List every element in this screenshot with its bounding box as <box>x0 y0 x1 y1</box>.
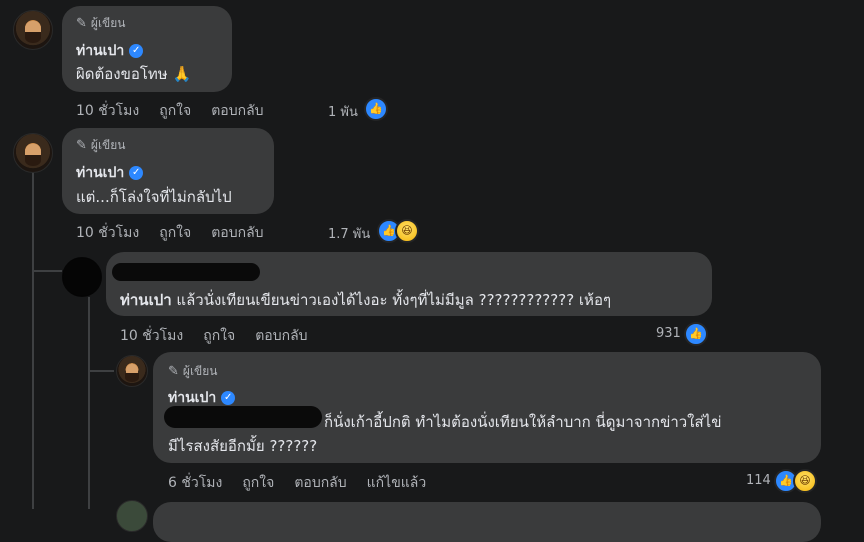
verified-badge-icon: ✓ <box>129 166 144 180</box>
commenter-name[interactable]: ท่านเปา ✓ <box>76 162 144 184</box>
commenter-name-text: ท่านเปา <box>76 165 125 181</box>
thread-line <box>32 272 34 509</box>
thread-line <box>88 297 90 509</box>
comment-text-line1: ก็นั่งเก้าอี้ปกติ ทำไมต้องนั่งเทียนให้ลำ… <box>324 413 722 431</box>
reply-button[interactable]: ตอบกลับ <box>211 100 263 122</box>
like-button[interactable]: ถูกใจ <box>242 472 274 494</box>
author-label: ผู้เขียน <box>182 364 218 378</box>
author-badge: ✎ ผู้เขียน <box>76 14 125 33</box>
thread-connector <box>88 370 114 372</box>
reaction-count[interactable]: 931 <box>656 326 681 341</box>
haha-reaction-icon: 😆 <box>793 469 817 493</box>
redacted-mention <box>164 406 322 428</box>
comment-text: ท่านเปา แล้วนั่งเทียนเขียนข่าวเองได้ไงอะ… <box>120 288 611 312</box>
comment-bubble <box>153 502 821 542</box>
comment-text-body: แล้วนั่งเทียนเขียนข่าวเองได้ไงอะ ทั้งๆที… <box>171 291 612 309</box>
like-reaction-icon: 👍 <box>684 322 708 346</box>
pencil-icon: ✎ <box>76 138 87 153</box>
comment-text: ผิดต้องขอโทษ 🙏 <box>76 65 192 83</box>
like-reaction-icon: 👍 <box>364 97 388 121</box>
thread-line <box>32 172 34 272</box>
avatar[interactable] <box>13 10 53 50</box>
thread-connector <box>32 270 62 272</box>
reply-button[interactable]: ตอบกลับ <box>294 472 346 494</box>
commenter-name-text: ท่านเปา <box>76 43 125 59</box>
pencil-icon: ✎ <box>76 16 87 31</box>
redacted-name <box>112 263 260 281</box>
like-button[interactable]: ถูกใจ <box>203 325 235 347</box>
avatar[interactable] <box>62 257 102 297</box>
like-button[interactable]: ถูกใจ <box>159 100 191 122</box>
author-badge: ✎ ผู้เขียน <box>76 136 125 155</box>
timestamp[interactable]: 10 ชั่วโมง <box>76 222 139 244</box>
timestamp[interactable]: 10 ชั่วโมง <box>76 100 139 122</box>
reply-button[interactable]: ตอบกลับ <box>255 325 307 347</box>
edited-label: แก้ไขแล้ว <box>366 475 427 491</box>
reaction-count[interactable]: 1 พัน <box>328 101 358 122</box>
avatar[interactable] <box>116 355 148 387</box>
mention-link[interactable]: ท่านเปา <box>120 291 172 309</box>
timestamp[interactable]: 10 ชั่วโมง <box>120 325 183 347</box>
timestamp[interactable]: 6 ชั่วโมง <box>168 472 222 494</box>
like-button[interactable]: ถูกใจ <box>159 222 191 244</box>
commenter-name[interactable]: ท่านเปา ✓ <box>76 40 144 62</box>
reaction-count[interactable]: 114 <box>746 473 771 488</box>
author-badge: ✎ ผู้เขียน <box>168 362 217 381</box>
verified-badge-icon: ✓ <box>221 391 236 405</box>
pencil-icon: ✎ <box>168 364 179 379</box>
comment-text-line2: มีไรสงสัยอีกมั้ย ?????? <box>168 437 318 455</box>
reaction-count[interactable]: 1.7 พัน <box>328 223 370 244</box>
comment-text: แต่...ก็โล่งใจที่ไม่กลับไป <box>76 188 232 206</box>
haha-reaction-icon: 😆 <box>395 219 419 243</box>
verified-badge-icon: ✓ <box>129 44 144 58</box>
avatar[interactable] <box>116 500 148 532</box>
author-label: ผู้เขียน <box>90 16 126 30</box>
avatar[interactable] <box>13 133 53 173</box>
author-label: ผู้เขียน <box>90 138 126 152</box>
reply-button[interactable]: ตอบกลับ <box>211 222 263 244</box>
